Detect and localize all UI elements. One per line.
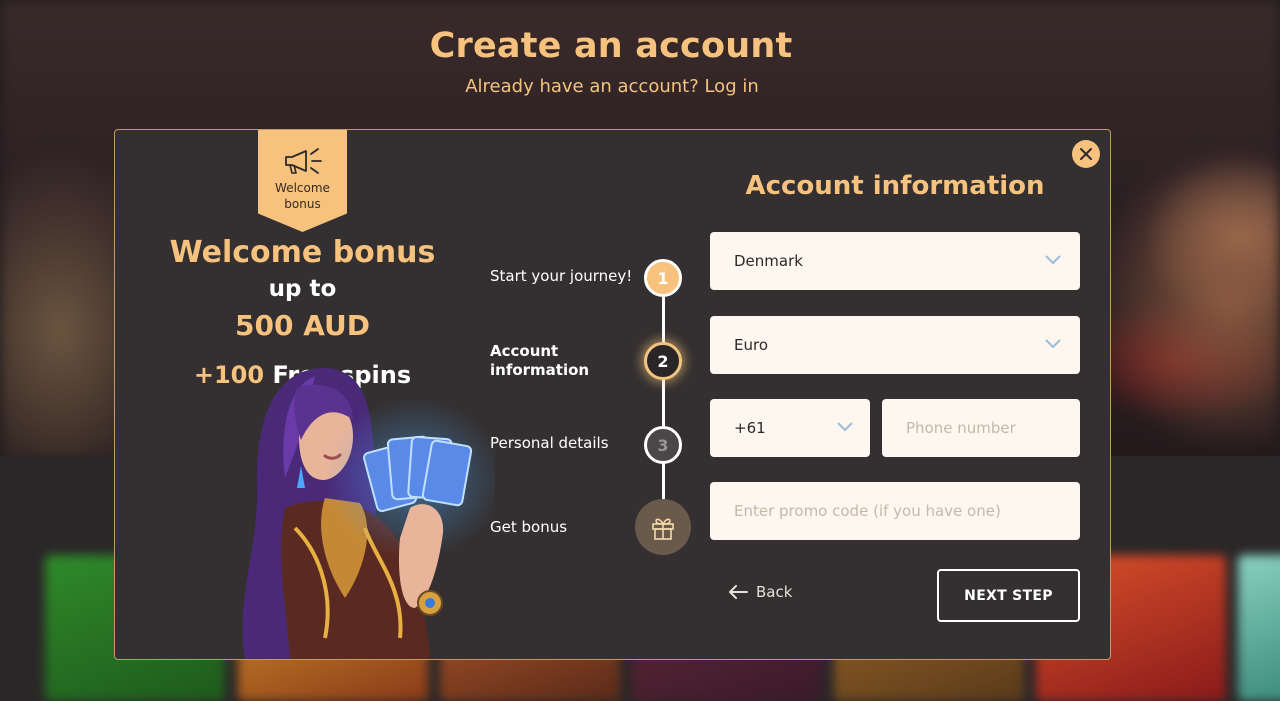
close-button[interactable] <box>1072 140 1100 168</box>
step-connector <box>662 378 665 428</box>
welcome-bonus-ribbon: Welcome bonus <box>258 130 347 232</box>
arrow-left-icon <box>729 585 748 599</box>
chevron-down-icon <box>1045 339 1061 349</box>
welcome-bonus-panel: Welcome bonus Welcome bonus up to 500 AU… <box>115 130 495 659</box>
step-4-indicator <box>635 499 691 555</box>
promo-code-input[interactable]: Enter promo code (if you have one) <box>710 482 1080 540</box>
ribbon-label: Welcome bonus <box>275 181 330 211</box>
form-title: Account information <box>745 171 1045 201</box>
step-1-indicator: 1 <box>644 259 682 297</box>
chevron-down-icon <box>1045 255 1061 265</box>
megaphone-icon <box>284 148 322 174</box>
back-button[interactable]: Back <box>728 583 792 601</box>
currency-select[interactable]: Euro <box>710 316 1080 374</box>
step-4-label: Get bonus <box>490 518 568 536</box>
phone-code-select[interactable]: +61 <box>710 399 870 457</box>
back-button-label: Back <box>756 583 793 601</box>
step-3-label: Personal details <box>490 434 609 452</box>
step-3-indicator: 3 <box>644 426 682 464</box>
page-title: Create an account <box>429 26 793 66</box>
bonus-amount: 500 AUD <box>235 309 370 342</box>
close-icon <box>1080 148 1092 160</box>
step-connector <box>662 462 665 502</box>
next-step-button[interactable]: NEXT STEP <box>937 569 1080 622</box>
country-value: Denmark <box>734 252 803 270</box>
bonus-title: Welcome bonus <box>169 235 436 270</box>
hero-character-illustration <box>242 368 495 659</box>
phone-code-value: +61 <box>734 419 766 437</box>
step-1-label: Start your journey! <box>490 267 633 285</box>
phone-number-input[interactable]: Phone number <box>882 399 1080 457</box>
country-select[interactable]: Denmark <box>710 232 1080 290</box>
step-2-indicator: 2 <box>644 342 682 380</box>
step-connector <box>662 295 665 345</box>
currency-value: Euro <box>734 336 768 354</box>
gift-icon <box>652 518 674 540</box>
chevron-down-icon <box>837 422 853 432</box>
step-2-label: Account information <box>490 342 590 379</box>
login-link[interactable]: Already have an account? Log in <box>0 76 1224 97</box>
signup-modal: Welcome bonus Welcome bonus up to 500 AU… <box>114 129 1111 660</box>
promo-code-placeholder: Enter promo code (if you have one) <box>734 502 1001 520</box>
bonus-up-to: up to <box>268 276 337 302</box>
phone-number-placeholder: Phone number <box>906 419 1016 437</box>
